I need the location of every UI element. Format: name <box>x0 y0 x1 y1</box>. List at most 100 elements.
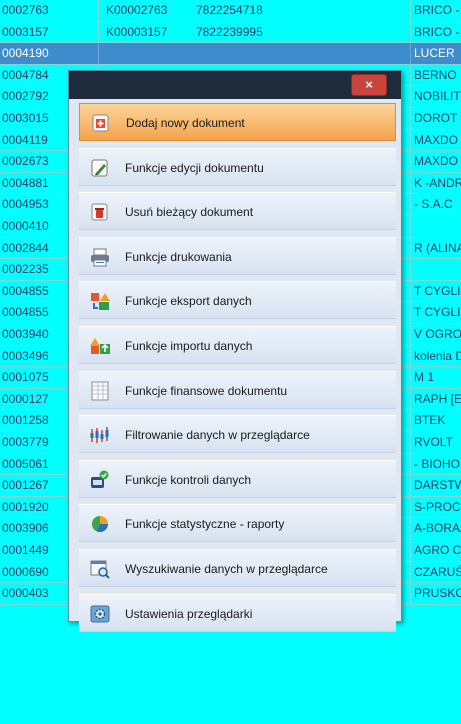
table-cell: 0002763 <box>2 3 49 17</box>
table-cell: - S.A.C <box>414 197 453 212</box>
table-cell: BRICO - CARLOT <box>414 3 461 17</box>
export-data-icon <box>89 291 111 311</box>
menu-item-label: Filtrowanie danych w przeglądarce <box>125 428 310 443</box>
import-data-icon <box>89 336 111 356</box>
menu-item-label: Funkcje importu danych <box>125 339 253 353</box>
table-cell: BRICO - VIBO - C <box>414 24 461 39</box>
column-divider <box>410 108 411 129</box>
close-button[interactable]: × <box>351 74 387 96</box>
menu-item-label: Funkcje finansowe dokumentu <box>125 383 288 398</box>
column-divider <box>410 86 411 107</box>
column-divider <box>410 540 411 561</box>
column-divider <box>410 475 411 496</box>
column-divider <box>410 172 411 194</box>
column-divider <box>410 345 411 367</box>
column-divider <box>410 280 411 302</box>
menu-item-label: Funkcje eksport danych <box>125 294 252 309</box>
table-cell: T CYGLI <box>414 305 461 320</box>
menu-item[interactable]: Usuń bieżący dokument <box>79 192 396 231</box>
menu-item-label: Dodaj nowy dokument <box>126 116 245 130</box>
filter-icon <box>89 425 111 445</box>
column-divider <box>410 367 411 388</box>
column-divider <box>410 129 411 151</box>
table-cell <box>414 216 461 237</box>
column-divider <box>410 64 411 86</box>
column-divider <box>98 21 99 43</box>
table-cell: S-PROC <box>414 499 461 514</box>
column-divider <box>410 496 411 518</box>
menu-item-label: Usuń bieżący dokument <box>125 205 254 220</box>
table-row[interactable]: 0003157 K00003157 7822239995 BRICO - VIBO -… <box>0 21 461 44</box>
column-divider <box>410 151 411 172</box>
column-divider <box>410 583 411 604</box>
table-cell: PRUSKO Z. (OL <box>414 586 461 601</box>
column-divider <box>410 324 411 345</box>
column-divider <box>410 302 411 323</box>
add-document-icon <box>90 113 112 133</box>
column-divider <box>410 453 411 475</box>
menu-item[interactable]: Ustawienia przeglądarki <box>79 593 396 632</box>
table-cell: M 1 <box>414 370 435 385</box>
menu-item[interactable]: Dodaj nowy dokument <box>79 103 396 141</box>
menu-item[interactable]: Funkcje eksport danych <box>79 281 396 320</box>
table-cell: AGRO CENTRU <box>414 543 461 557</box>
menu-item-label: Funkcje edycji dokumentu <box>125 160 264 175</box>
table-cell: 0003157 <box>2 24 49 39</box>
table-cell: R (ALINA <box>414 240 461 255</box>
menu-item-label: Funkcje kontroli danych <box>125 472 252 487</box>
table-cell: 7822254718 <box>196 3 263 17</box>
table-cell: K00003157 <box>106 24 168 39</box>
menu-item[interactable]: Funkcje edycji dokumentu <box>79 147 396 186</box>
table-cell: RAPH [E <box>414 391 461 406</box>
table-cell: LUCER <box>414 46 455 61</box>
table-cell: RVOLT <box>414 435 453 449</box>
column-divider <box>410 561 411 583</box>
table-cell: V OGRO <box>414 327 461 341</box>
statistics-chart-icon <box>89 514 111 534</box>
menu-item-label: Ustawienia przeglądarki <box>125 606 253 621</box>
menu-item[interactable]: Funkcje importu danych <box>79 326 396 364</box>
menu-item-label: Funkcje drukowania <box>125 249 232 264</box>
table-cell: 0004190 <box>2 46 49 61</box>
column-divider <box>98 0 99 21</box>
context-menu: × Dodaj nowy dokument Funkcje edycji doku… <box>68 70 402 632</box>
table-row[interactable]: 0002763 K00002763 7822254718 BRICO - CARLOT <box>0 0 461 22</box>
settings-icon <box>89 604 111 624</box>
table-cell: NOBILIT <box>414 89 461 104</box>
data-control-icon <box>89 470 111 490</box>
table-row[interactable]: 0004190 LUCER <box>0 43 461 65</box>
menu-item[interactable]: Funkcje finansowe dokumentu <box>79 370 396 409</box>
finance-sheet-icon <box>89 381 111 401</box>
menu-titlebar: × <box>69 71 401 99</box>
column-divider <box>410 410 411 431</box>
column-divider <box>410 0 411 21</box>
menu-item[interactable]: Funkcje statystyczne - raporty <box>79 504 396 543</box>
table-cell: CZARUŚ (E) <box>414 564 461 579</box>
table-cell: MAXDO <box>414 154 459 169</box>
menu-item-label: Wyszukiwanie danych w przeglądarce <box>125 562 328 576</box>
table-cell: A-BORAZ <box>414 521 461 536</box>
table-cell: 7822239995 <box>196 24 263 39</box>
edit-document-icon <box>89 158 111 178</box>
column-divider <box>410 432 411 453</box>
table-cell <box>106 43 194 64</box>
table-cell: BERNO <box>414 67 457 82</box>
table-cell: T CYGLI <box>414 283 461 298</box>
column-divider <box>98 43 99 64</box>
menu-item[interactable]: Funkcje kontroli danych <box>79 459 396 498</box>
column-divider <box>410 259 411 280</box>
table-cell: DARSTW <box>414 478 461 493</box>
column-divider <box>410 43 411 64</box>
menu-item-label: Funkcje statystyczne - raporty <box>125 517 285 532</box>
menu-item[interactable]: Filtrowanie danych w przeglądarce <box>79 415 396 454</box>
menu-item[interactable]: Wyszukiwanie danych w przeglądarce <box>79 549 396 587</box>
column-divider <box>410 194 411 215</box>
table-cell: DOROT <box>414 111 458 125</box>
menu-item[interactable]: Funkcje drukowania <box>79 236 396 275</box>
column-divider <box>410 21 411 43</box>
table-cell: - BIOHO <box>414 456 461 471</box>
table-cell: MAXDO <box>414 132 459 147</box>
printer-icon <box>89 247 111 267</box>
column-divider <box>410 388 411 410</box>
delete-document-icon <box>89 202 111 222</box>
